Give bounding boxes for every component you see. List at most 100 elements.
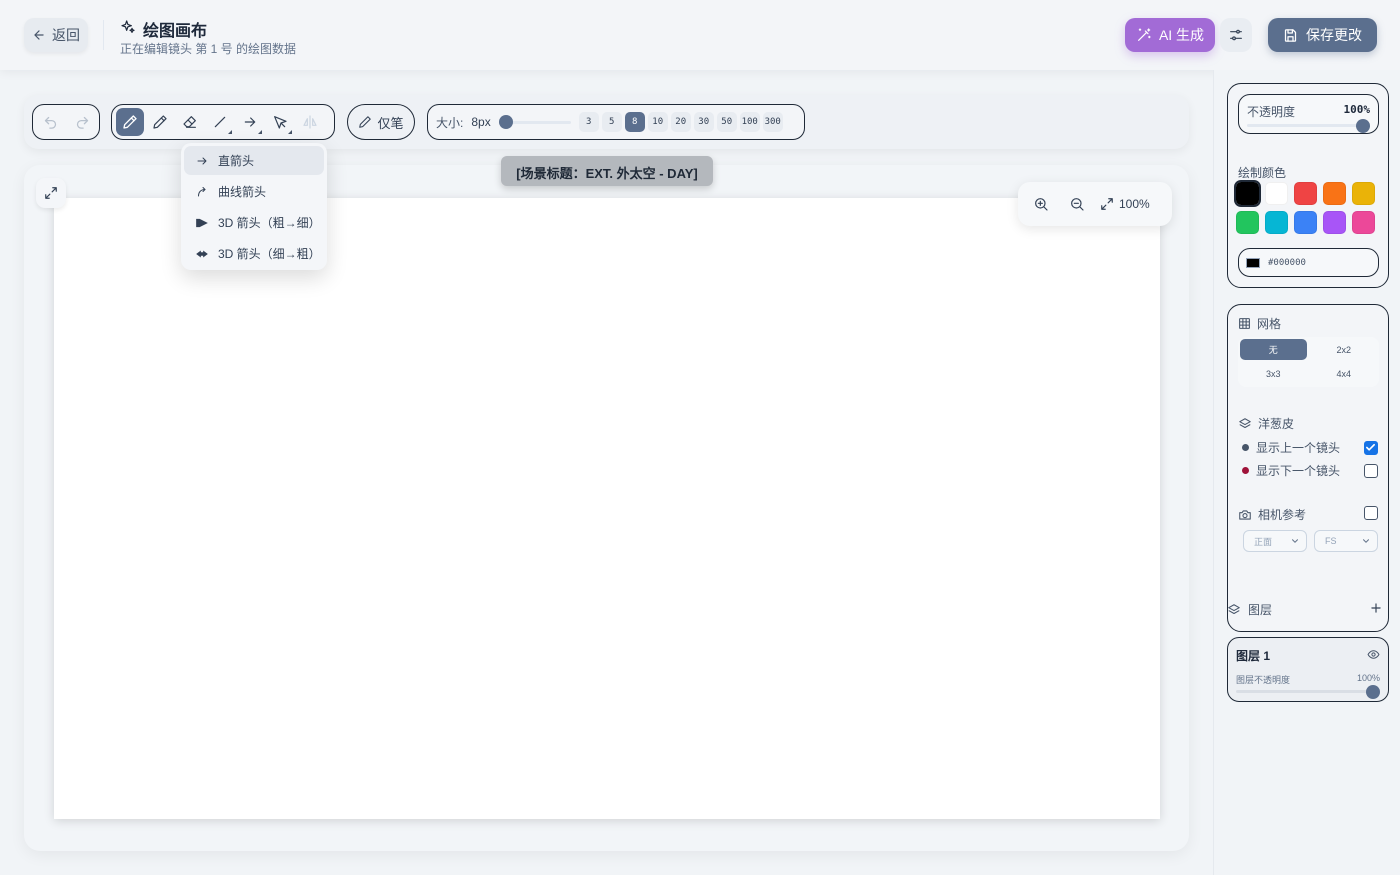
size-preset-50[interactable]: 50 bbox=[716, 112, 737, 132]
arrow-3d-reverse-icon bbox=[195, 248, 209, 260]
camera-reference-checkbox[interactable] bbox=[1364, 506, 1378, 520]
save-button[interactable]: 保存更改 bbox=[1268, 18, 1377, 52]
arrow-right-icon bbox=[242, 114, 258, 130]
size-preset-10[interactable]: 10 bbox=[647, 112, 668, 132]
size-preset-30[interactable]: 30 bbox=[693, 112, 714, 132]
menu-item-label: 3D 箭头（粗→细） bbox=[218, 216, 321, 230]
pencil-tool-button[interactable] bbox=[146, 108, 174, 136]
brush-settings-card: 不透明度 100% 绘制颜色 #000000 bbox=[1227, 83, 1389, 288]
opacity-slider[interactable] bbox=[1247, 119, 1370, 133]
slider-knob[interactable] bbox=[1356, 119, 1370, 133]
eraser-icon bbox=[182, 114, 198, 130]
swatch-white[interactable] bbox=[1265, 182, 1288, 205]
zoom-out-icon bbox=[1069, 196, 1085, 212]
menu-item-curved-arrow[interactable]: 曲线箭头 bbox=[184, 177, 324, 206]
size-preset-20[interactable]: 20 bbox=[670, 112, 691, 132]
slider-knob[interactable] bbox=[498, 115, 513, 129]
header-divider bbox=[103, 20, 104, 50]
ai-generate-label: AI 生成 bbox=[1158, 27, 1205, 43]
size-preset-3[interactable]: 3 bbox=[578, 112, 599, 132]
redo-button[interactable] bbox=[71, 108, 93, 136]
redo-icon bbox=[75, 115, 90, 130]
menu-item-straight-arrow[interactable]: 直箭头 bbox=[184, 146, 324, 175]
pen-only-button[interactable]: 仅笔 bbox=[347, 104, 415, 140]
layers-label: 图层 bbox=[1248, 603, 1273, 617]
flip-tool-button[interactable] bbox=[296, 108, 324, 136]
zoom-out-button[interactable] bbox=[1064, 191, 1090, 217]
layer-item[interactable]: 图层 1 图层不透明度 100% bbox=[1227, 637, 1389, 702]
slider-track bbox=[1247, 124, 1370, 127]
camera-shot-select[interactable]: FS bbox=[1314, 530, 1378, 552]
layers-icon bbox=[1238, 417, 1252, 431]
arrow-left-icon bbox=[32, 28, 46, 42]
right-sidebar: 不透明度 100% 绘制颜色 #000000 网格 无 2x2 3x3 4x4 … bbox=[1213, 70, 1400, 875]
onion-prev-label: 显示上一个镜头 bbox=[1256, 441, 1341, 455]
size-label: 大小: bbox=[436, 115, 464, 130]
swatch-green[interactable] bbox=[1236, 211, 1259, 234]
menu-item-3d-arrow-thick-thin[interactable]: 3D 箭头（粗→细） bbox=[184, 208, 324, 237]
plus-icon bbox=[1369, 601, 1383, 615]
opacity-label: 不透明度 bbox=[1247, 105, 1296, 119]
maximize-icon bbox=[1100, 197, 1114, 211]
onion-skin-label: 洋葱皮 bbox=[1258, 417, 1295, 431]
line-tool-button[interactable] bbox=[206, 108, 234, 136]
swatch-pink[interactable] bbox=[1352, 211, 1375, 234]
fit-zoom-button[interactable]: 100% bbox=[1100, 197, 1150, 211]
onion-next-checkbox[interactable] bbox=[1364, 463, 1378, 478]
camera-section-title: 相机参考 bbox=[1238, 506, 1306, 523]
add-layer-button[interactable] bbox=[1365, 597, 1387, 619]
grid-option-3x3[interactable]: 3x3 bbox=[1240, 364, 1307, 385]
eye-icon[interactable] bbox=[1367, 648, 1380, 661]
drawing-toolbar: 仅笔 大小: 8px 3 5 8 10 20 30 50 100 300 bbox=[24, 95, 1189, 149]
menu-item-label: 直箭头 bbox=[218, 154, 255, 168]
swatch-cyan[interactable] bbox=[1265, 211, 1288, 234]
swatch-yellow[interactable] bbox=[1352, 182, 1375, 205]
fullscreen-button[interactable] bbox=[36, 178, 66, 208]
swatch-orange[interactable] bbox=[1323, 182, 1346, 205]
size-preset-8[interactable]: 8 bbox=[624, 112, 645, 132]
select-tool-button[interactable] bbox=[266, 108, 294, 136]
zoom-in-button[interactable] bbox=[1028, 191, 1054, 217]
swatch-purple[interactable] bbox=[1323, 211, 1346, 234]
ai-generate-button[interactable]: AI 生成 bbox=[1125, 18, 1215, 52]
onion-prev-row: 显示上一个镜头 bbox=[1242, 439, 1378, 456]
grid-option-none[interactable]: 无 bbox=[1240, 339, 1307, 360]
grid-option-4x4[interactable]: 4x4 bbox=[1311, 364, 1378, 385]
swatch-red[interactable] bbox=[1294, 182, 1317, 205]
scene-heading: [场景标题：EXT. 外太空 - DAY] bbox=[501, 156, 713, 186]
opacity-control: 不透明度 100% bbox=[1238, 94, 1379, 134]
layer-opacity-slider[interactable] bbox=[1236, 685, 1380, 699]
menu-item-label: 曲线箭头 bbox=[218, 185, 267, 199]
tools-group bbox=[111, 104, 335, 140]
swatch-blue[interactable] bbox=[1294, 211, 1317, 234]
size-preset-100[interactable]: 100 bbox=[739, 112, 760, 132]
back-button[interactable]: 返回 bbox=[24, 18, 88, 52]
swatch-black[interactable] bbox=[1234, 180, 1261, 207]
page-title: 绘图画布 bbox=[143, 23, 208, 40]
pen-tool-button[interactable] bbox=[116, 108, 144, 136]
size-preset-5[interactable]: 5 bbox=[601, 112, 622, 132]
menu-item-label: 3D 箭头（细→粗） bbox=[218, 247, 321, 261]
pencil-icon bbox=[122, 114, 138, 130]
camera-angle-select[interactable]: 正面 bbox=[1243, 530, 1307, 552]
top-header: 返回 绘图画布 正在编辑镜头 第 1 号 的绘图数据 AI 生成 保存更改 bbox=[0, 0, 1400, 70]
size-preset-300[interactable]: 300 bbox=[762, 112, 783, 132]
grid-option-2x2[interactable]: 2x2 bbox=[1311, 339, 1378, 360]
expand-icon bbox=[44, 186, 58, 200]
eraser-tool-button[interactable] bbox=[176, 108, 204, 136]
flip-icon bbox=[302, 114, 318, 130]
arrow-tool-button[interactable] bbox=[236, 108, 264, 136]
size-slider[interactable] bbox=[498, 115, 571, 129]
line-icon bbox=[212, 114, 228, 130]
drawing-canvas[interactable] bbox=[54, 198, 1160, 819]
hex-color-input[interactable]: #000000 bbox=[1238, 248, 1379, 277]
camera-label: 相机参考 bbox=[1258, 508, 1307, 522]
onion-prev-checkbox[interactable] bbox=[1364, 440, 1378, 455]
menu-item-3d-arrow-thin-thick[interactable]: 3D 箭头（细→粗） bbox=[184, 239, 324, 268]
layer-opacity-value: 100% bbox=[1356, 673, 1380, 683]
settings-button[interactable] bbox=[1220, 18, 1252, 52]
color-swatches bbox=[1234, 180, 1382, 234]
slider-knob[interactable] bbox=[1366, 685, 1380, 699]
save-label: 保存更改 bbox=[1306, 27, 1362, 43]
undo-button[interactable] bbox=[39, 108, 61, 136]
